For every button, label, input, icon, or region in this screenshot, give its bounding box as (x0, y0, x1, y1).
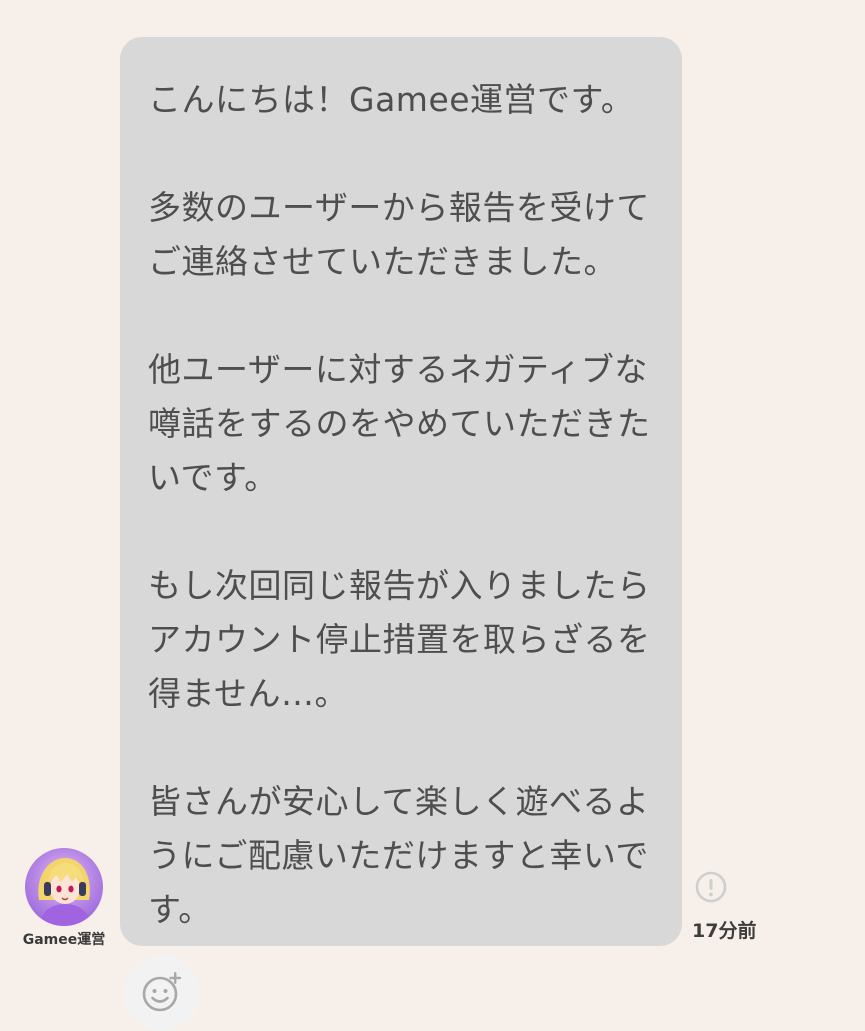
message-line: アカウント停止措置を取らざるを (148, 620, 651, 659)
message-line: もし次回同じ報告が入りましたら (148, 566, 651, 605)
add-reaction-smiley-icon (142, 972, 182, 1012)
message-line (148, 505, 662, 559)
message-bubble: こんにちは！Gamee運営です。 多数のユーザーから報告を受けて ご連絡させてい… (120, 37, 682, 946)
message-line: 他ユーザーに対するネガティブな (148, 350, 648, 389)
sender-avatar[interactable] (25, 848, 103, 926)
message-line: 得ません…。 (148, 674, 349, 713)
message-line: す。 (148, 890, 212, 929)
message-line: うにご配慮いただけますと幸いで (148, 836, 649, 875)
message-line: こんにちは！Gamee運営です。 (148, 80, 635, 119)
sender-name[interactable]: Gamee運営 (18, 929, 110, 949)
message-timestamp: 17分前 (692, 920, 757, 942)
message-line (148, 127, 662, 181)
exclamation-circle-icon[interactable] (694, 870, 728, 904)
add-reaction-button[interactable] (124, 955, 200, 1031)
message-line: 多数のユーザーから報告を受けて (148, 188, 650, 227)
message-line (148, 289, 662, 343)
message-line: 皆さんが安心して楽しく遊べるよ (148, 782, 650, 821)
message-line: いです。 (148, 458, 278, 497)
anime-character-avatar-icon (27, 858, 100, 926)
message-line (148, 721, 662, 775)
message-line: 噂話をするのをやめていただきた (148, 404, 651, 443)
message-line: ご連絡させていただきました。 (148, 242, 617, 281)
